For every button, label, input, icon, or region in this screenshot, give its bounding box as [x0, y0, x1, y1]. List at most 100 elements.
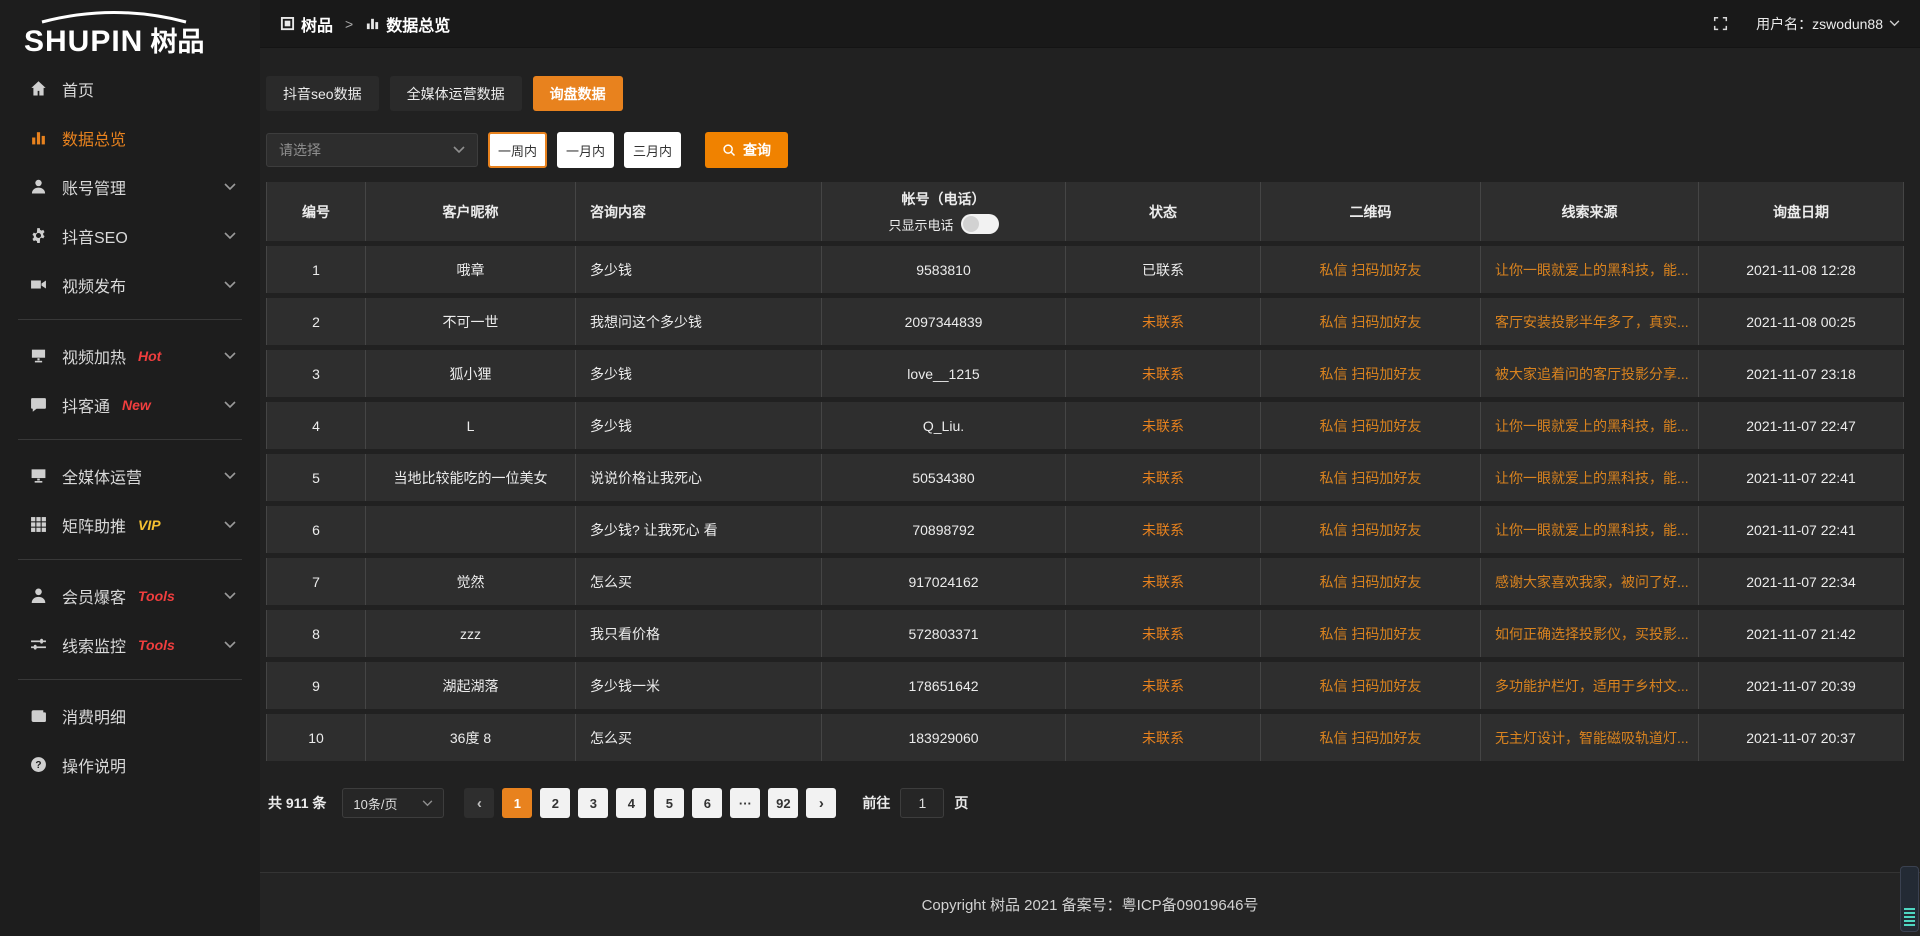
sidebar-item-badge: VIP: [138, 517, 161, 533]
cell-source-link[interactable]: 让你一眼就爱上的黑科技，能...: [1481, 246, 1699, 293]
toggle-knob: [963, 216, 979, 232]
goto-page-input[interactable]: [900, 788, 944, 818]
range-button[interactable]: 一月内: [557, 132, 614, 168]
filter-select[interactable]: 请选择: [266, 133, 478, 167]
cell-status: 未联系: [1066, 454, 1261, 501]
page-button[interactable]: 3: [578, 788, 608, 818]
cell-content: 多少钱: [576, 246, 822, 293]
sidebar: SHUPIN 树品 首页 数据总览: [0, 0, 260, 936]
sidebar-item[interactable]: 数据总览: [0, 113, 260, 162]
sidebar-item[interactable]: 视频加热 Hot: [0, 331, 260, 380]
tab[interactable]: 询盘数据: [533, 76, 623, 111]
topbar: 树品 > 数据总览 用户名：zswodun88: [260, 0, 1920, 48]
cell-source-link[interactable]: 如何正确选择投影仪，买投影...: [1481, 610, 1699, 657]
range-button[interactable]: 一周内: [488, 132, 547, 168]
cell-qr-link[interactable]: 私信 扫码加好友: [1261, 402, 1481, 449]
header-id: 编号: [266, 182, 366, 241]
cell-nickname: 哦章: [366, 246, 576, 293]
floating-widget[interactable]: [1900, 866, 1919, 932]
cell-qr-link[interactable]: 私信 扫码加好友: [1261, 298, 1481, 345]
page-button[interactable]: 4: [616, 788, 646, 818]
cell-source-link[interactable]: 让你一眼就爱上的黑科技，能...: [1481, 402, 1699, 449]
cell-source-link[interactable]: 感谢大家喜欢我家，被问了好...: [1481, 558, 1699, 605]
tab[interactable]: 全媒体运营数据: [390, 76, 522, 111]
sidebar-item[interactable]: ? 操作说明: [0, 740, 260, 789]
cell-account: love__1215: [822, 350, 1066, 397]
cell-nickname: 狐小狸: [366, 350, 576, 397]
fullscreen-icon[interactable]: [1713, 16, 1728, 31]
phone-only-label: 只显示电话: [888, 215, 953, 234]
tab-label: 询盘数据: [550, 84, 606, 104]
cell-source-link[interactable]: 让你一眼就爱上的黑科技，能...: [1481, 454, 1699, 501]
page-size-value: 10条/页: [353, 794, 397, 813]
cell-qr-link[interactable]: 私信 扫码加好友: [1261, 662, 1481, 709]
range-button[interactable]: 三月内: [624, 132, 681, 168]
page-button[interactable]: 6: [692, 788, 722, 818]
cell-content: 多少钱一米: [576, 662, 822, 709]
sidebar-item[interactable]: 视频发布: [0, 260, 260, 309]
cell-account: 70898792: [822, 506, 1066, 553]
page-button[interactable]: 1: [502, 788, 532, 818]
cell-content: 我只看价格: [576, 610, 822, 657]
cell-qr-link[interactable]: 私信 扫码加好友: [1261, 610, 1481, 657]
cell-date: 2021-11-07 23:18: [1699, 350, 1904, 397]
tab[interactable]: 抖音seo数据: [266, 76, 379, 111]
page-size-select[interactable]: 10条/页: [342, 788, 444, 818]
topbar-right: 用户名：zswodun88: [1713, 14, 1900, 34]
sidebar-item[interactable]: 消费明细: [0, 691, 260, 740]
sidebar-item-label: 会员爆客: [62, 584, 126, 608]
cell-account: 572803371: [822, 610, 1066, 657]
sidebar-item[interactable]: 矩阵助推 VIP: [0, 500, 260, 549]
next-page-button[interactable]: ›: [806, 788, 836, 818]
chevron-down-icon: [453, 146, 465, 154]
header-account: 帐号（电话） 只显示电话: [822, 182, 1066, 241]
cell-qr-link[interactable]: 私信 扫码加好友: [1261, 350, 1481, 397]
cell-source-link[interactable]: 多功能护栏灯，适用于乡村文...: [1481, 662, 1699, 709]
chevron-down-icon: [224, 401, 236, 409]
cell-qr-link[interactable]: 私信 扫码加好友: [1261, 246, 1481, 293]
cell-source-link[interactable]: 被大家追着问的客厅投影分享...: [1481, 350, 1699, 397]
user-icon: [30, 178, 48, 196]
chevron-down-icon: [1889, 20, 1900, 27]
query-button[interactable]: 查询: [705, 132, 788, 168]
breadcrumb-root[interactable]: 树品: [301, 12, 333, 36]
cell-source-link[interactable]: 让你一眼就爱上的黑科技，能...: [1481, 506, 1699, 553]
page-button[interactable]: 2: [540, 788, 570, 818]
prev-page-button[interactable]: ‹: [464, 788, 494, 818]
header-status: 状态: [1066, 182, 1261, 241]
header-nickname: 客户昵称: [366, 182, 576, 241]
cell-source-link[interactable]: 客厅安装投影半年多了，真实...: [1481, 298, 1699, 345]
sliders-icon: [30, 636, 48, 654]
cell-qr-link[interactable]: 私信 扫码加好友: [1261, 506, 1481, 553]
page-button[interactable]: ···: [730, 788, 760, 818]
logo-text-cn: 树品: [150, 20, 204, 59]
chevron-down-icon: [224, 592, 236, 600]
sidebar-item[interactable]: 会员爆客 Tools: [0, 571, 260, 620]
user-menu[interactable]: 用户名：zswodun88: [1756, 14, 1900, 34]
cell-date: 2021-11-07 22:41: [1699, 506, 1904, 553]
sidebar-item-label: 操作说明: [62, 753, 126, 777]
table-row: 3 狐小狸 多少钱 love__1215 未联系 私信 扫码加好友 被大家追着问…: [266, 350, 1904, 402]
cell-id: 4: [266, 402, 366, 449]
grid-icon: [30, 516, 48, 534]
sidebar-item[interactable]: 全媒体运营: [0, 451, 260, 500]
sidebar-item-badge: Tools: [138, 588, 175, 604]
sidebar-item[interactable]: 账号管理: [0, 162, 260, 211]
sidebar-item-label: 抖音SEO: [62, 224, 128, 248]
cell-id: 7: [266, 558, 366, 605]
cell-qr-link[interactable]: 私信 扫码加好友: [1261, 714, 1481, 761]
logo[interactable]: SHUPIN 树品: [0, 0, 260, 62]
chevron-down-icon: [224, 521, 236, 529]
cell-qr-link[interactable]: 私信 扫码加好友: [1261, 558, 1481, 605]
cell-source-link[interactable]: 无主灯设计，智能磁吸轨道灯...: [1481, 714, 1699, 761]
sidebar-item[interactable]: 抖客通 New: [0, 380, 260, 429]
logo-text-en: SHUPIN: [24, 25, 143, 59]
phone-only-toggle[interactable]: [961, 214, 999, 234]
sidebar-item-label: 矩阵助推: [62, 513, 126, 537]
sidebar-item[interactable]: 线索监控 Tools: [0, 620, 260, 669]
cell-qr-link[interactable]: 私信 扫码加好友: [1261, 454, 1481, 501]
sidebar-item[interactable]: 首页: [0, 64, 260, 113]
sidebar-item[interactable]: 抖音SEO: [0, 211, 260, 260]
page-button[interactable]: 5: [654, 788, 684, 818]
page-button[interactable]: 92: [768, 788, 798, 818]
